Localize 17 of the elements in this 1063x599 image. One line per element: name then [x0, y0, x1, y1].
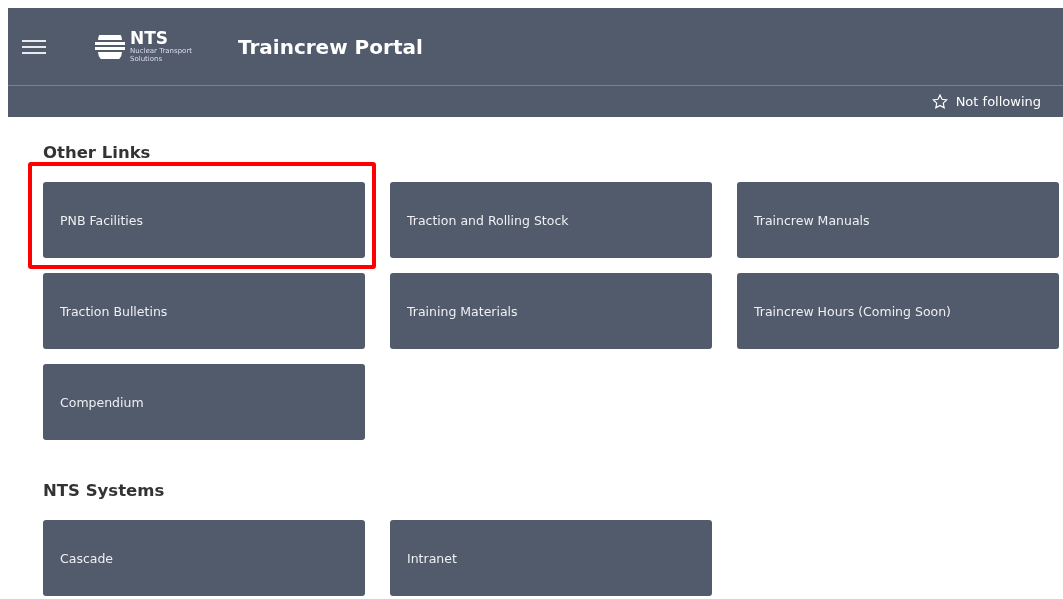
link-tile[interactable]: Intranet	[390, 520, 712, 596]
star-icon	[931, 94, 948, 109]
link-tile[interactable]: Compendium	[43, 364, 365, 440]
section-heading: NTS Systems	[43, 481, 166, 500]
link-tile[interactable]: PNB Facilities	[43, 182, 365, 258]
site-title: Traincrew Portal	[238, 34, 423, 59]
logo-name: NTS	[130, 30, 170, 47]
link-tile[interactable]: Traincrew Manuals	[737, 182, 1059, 258]
link-tile[interactable]: Traincrew Hours (Coming Soon)	[737, 273, 1059, 349]
link-tile[interactable]: Traction and Rolling Stock	[390, 182, 712, 258]
menu-button[interactable]	[22, 39, 46, 54]
section-heading: Other Links	[43, 143, 152, 162]
globe-logo-icon	[94, 34, 126, 59]
link-tile[interactable]: Cascade	[43, 520, 365, 596]
link-tile[interactable]: Training Materials	[390, 273, 712, 349]
follow-button[interactable]: Not following	[931, 94, 1041, 109]
link-tile[interactable]: Traction Bulletins	[43, 273, 365, 349]
